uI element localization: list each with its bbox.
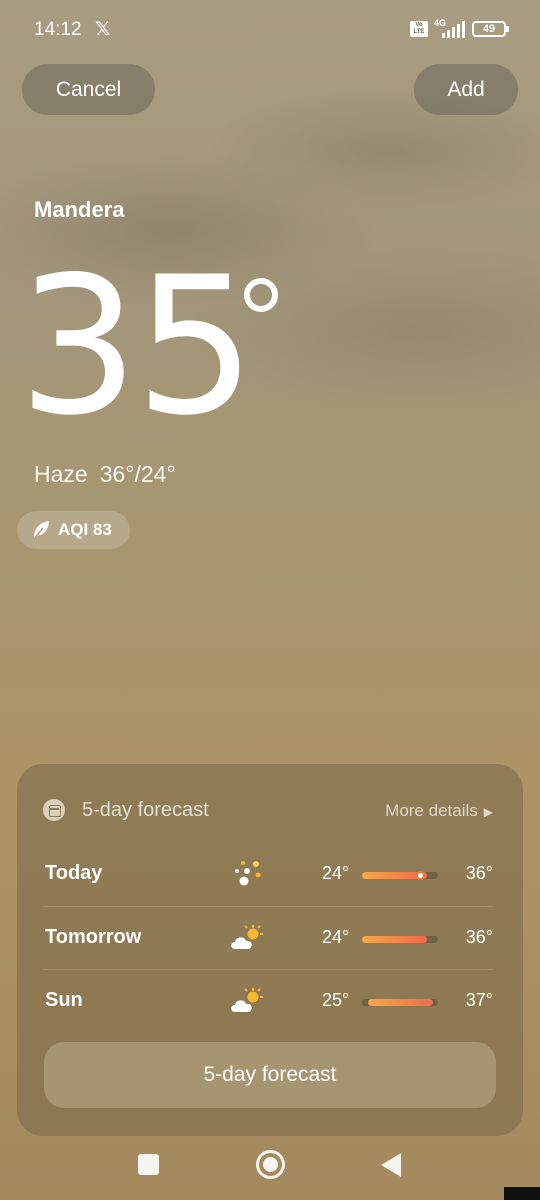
more-details-link[interactable]: More details ▶ bbox=[385, 801, 493, 821]
temp-range-bar bbox=[362, 871, 438, 880]
aqi-badge[interactable]: AQI 83 bbox=[17, 511, 130, 549]
high-low-text: 36°/24° bbox=[99, 461, 176, 487]
degree-icon bbox=[244, 278, 278, 312]
city-name: Mandera bbox=[34, 197, 125, 222]
navigation-bar bbox=[0, 1130, 540, 1200]
forecast-high: 37° bbox=[465, 990, 493, 1010]
volte-icon: Vo LTE bbox=[410, 21, 428, 37]
forecast-day: Tomorrow bbox=[45, 926, 142, 948]
signal-icon: 4G bbox=[434, 18, 466, 38]
forecast-row[interactable]: Sun 25° 37° bbox=[43, 969, 493, 1032]
condition-line: Haze 36°/24° bbox=[34, 461, 188, 488]
more-details-label: More details bbox=[385, 801, 478, 820]
sun-dust-icon bbox=[229, 859, 263, 889]
forecast-high: 36° bbox=[465, 927, 493, 947]
forecast-row[interactable]: Today 24° 36° bbox=[43, 843, 493, 906]
forecast-header: 5-day forecast More details ▶ bbox=[43, 799, 493, 823]
forecast-card: 5-day forecast More details ▶ Today 24° 36°… bbox=[17, 764, 523, 1136]
recent-apps-icon[interactable] bbox=[138, 1154, 159, 1175]
five-day-forecast-button[interactable]: 5-day forecast bbox=[44, 1042, 496, 1108]
status-indicators: Vo LTE 4G 49 bbox=[410, 18, 509, 38]
battery-icon: 49 bbox=[472, 21, 509, 37]
condition-text: Haze bbox=[34, 461, 88, 487]
chevron-right-icon: ▶ bbox=[483, 805, 493, 819]
cancel-button[interactable]: Cancel bbox=[22, 64, 155, 115]
forecast-low: 24° bbox=[322, 863, 350, 883]
corner-block bbox=[504, 1187, 540, 1200]
forecast-day: Sun bbox=[45, 989, 83, 1011]
current-temperature: 35 bbox=[18, 236, 256, 457]
temp-range-fill bbox=[362, 936, 427, 943]
aqi-text: AQI 83 bbox=[58, 520, 112, 539]
temp-range-fill bbox=[368, 999, 433, 1006]
forecast-low: 25° bbox=[322, 990, 350, 1010]
temp-range-bar bbox=[362, 936, 438, 943]
leaf-icon bbox=[33, 521, 49, 540]
forecast-title: 5-day forecast bbox=[82, 799, 209, 821]
add-button[interactable]: Add bbox=[414, 64, 518, 115]
partly-cloudy-icon bbox=[229, 986, 263, 1016]
status-time: 14:12 bbox=[34, 19, 82, 40]
partly-cloudy-icon bbox=[229, 923, 263, 953]
forecast-high: 36° bbox=[465, 863, 493, 883]
x-app-icon: 𝕏 bbox=[95, 19, 111, 40]
forecast-row[interactable]: Tomorrow 24° 36° bbox=[43, 906, 493, 969]
current-temp-marker bbox=[415, 871, 425, 880]
home-icon[interactable] bbox=[256, 1150, 285, 1179]
forecast-low: 24° bbox=[322, 927, 350, 947]
status-bar: 14:12 𝕏 Vo LTE 4G 49 bbox=[0, 0, 540, 60]
temp-range-bar bbox=[362, 999, 438, 1006]
calendar-icon bbox=[43, 799, 65, 821]
back-icon[interactable] bbox=[381, 1153, 401, 1177]
forecast-day: Today bbox=[45, 862, 103, 884]
